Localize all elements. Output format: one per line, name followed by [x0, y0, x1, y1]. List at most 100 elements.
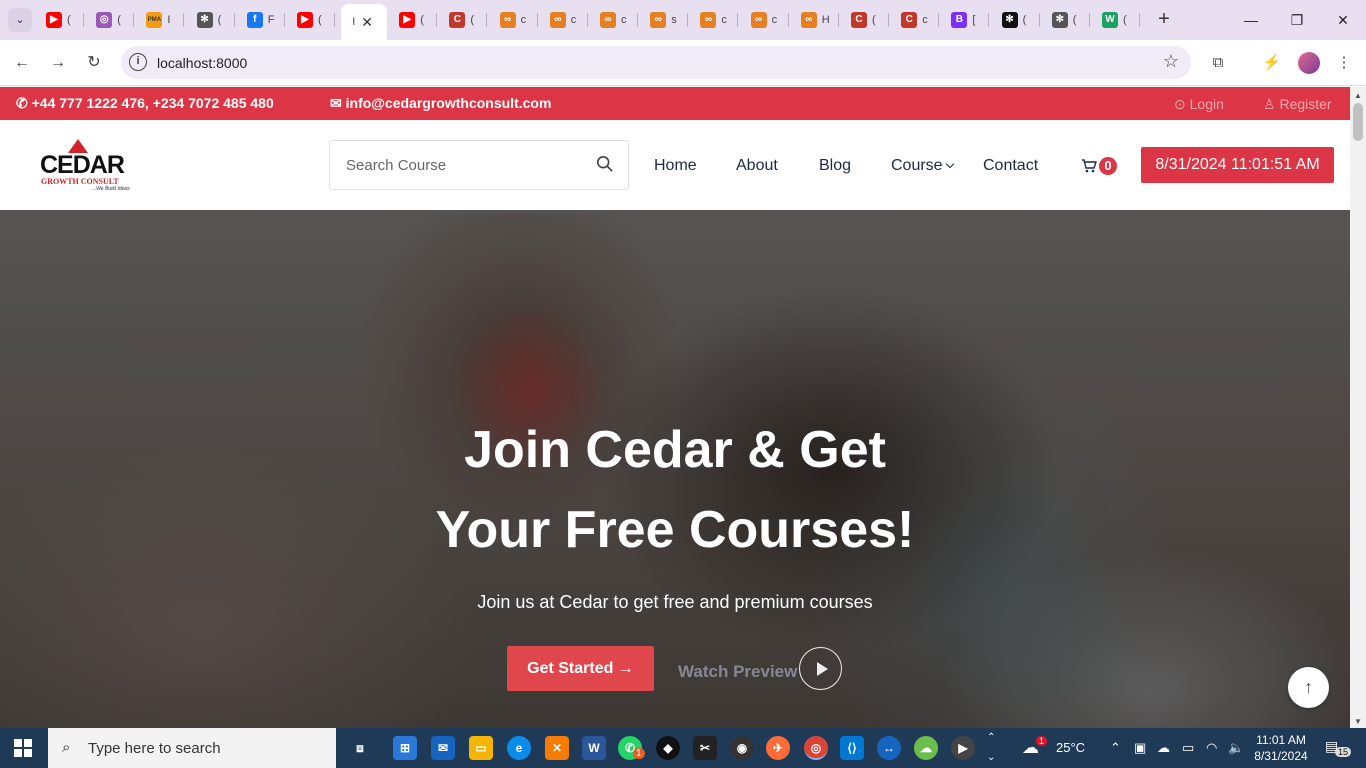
scroll-to-top-button[interactable]: ↑	[1288, 667, 1329, 708]
browser-tab[interactable]: ✻(	[191, 6, 235, 34]
browser-tab[interactable]: C(	[845, 6, 889, 34]
media-player-icon[interactable]: ▶	[951, 736, 975, 760]
tab-separator	[737, 13, 739, 27]
taskbar-search-text[interactable]: Type here to search	[88, 740, 221, 757]
browser-tab[interactable]: ∞ c	[494, 6, 538, 34]
new-tab-button[interactable]: +	[1152, 8, 1176, 32]
tab-title: [	[972, 14, 976, 26]
reload-icon[interactable]: ↻	[82, 51, 106, 75]
tab-separator	[787, 13, 789, 27]
close-tab-icon[interactable]: ✕	[361, 14, 373, 31]
browser-tab[interactable]: fF	[241, 6, 285, 34]
email-text[interactable]: info@cedargrowthconsult.com	[346, 95, 552, 111]
forward-arrow-icon[interactable]: →	[46, 51, 70, 75]
browser-tab[interactable]: ✻(	[1046, 6, 1090, 34]
notification-center-icon[interactable]: ▤ 15	[1325, 738, 1352, 758]
browser-tab[interactable]: ✻(	[996, 6, 1040, 34]
scroll-thumb[interactable]	[1353, 103, 1363, 141]
nav-about[interactable]: About	[736, 157, 778, 175]
microsoft-store-icon[interactable]: ⊞	[393, 736, 417, 760]
url-text[interactable]: localhost:8000	[157, 55, 247, 71]
capcut-icon[interactable]: ✂	[693, 736, 717, 760]
site-info-icon[interactable]: i	[129, 53, 147, 71]
bookmark-star-icon[interactable]: ☆	[1163, 51, 1179, 72]
onedrive-icon[interactable]: ☁	[1157, 740, 1170, 756]
battery-icon[interactable]: ▭	[1182, 740, 1194, 756]
browser-tab[interactable]: Cc	[895, 6, 940, 34]
get-started-label[interactable]: Get Started	[527, 660, 613, 677]
page-scrollbar[interactable]: ▲ ▼	[1350, 87, 1366, 728]
browser-tab[interactable]: ▶(	[291, 6, 335, 34]
meet-now-icon[interactable]: ▣	[1134, 740, 1146, 756]
cloud-sync-icon[interactable]: ☁	[914, 736, 938, 760]
browser-tab[interactable]: ∞ c	[544, 6, 588, 34]
teamviewer-icon[interactable]: ↔	[877, 736, 901, 760]
tab-separator	[888, 13, 889, 27]
browser-tab[interactable]: W(	[1096, 6, 1140, 34]
browser-tab[interactable]: ∞ c	[745, 6, 789, 34]
cedar-logo[interactable]: CEDAR GROWTH CONSULT ...We Build Ideas	[38, 137, 138, 193]
nav-home[interactable]: Home	[654, 157, 697, 175]
browser-tab[interactable]: B[	[945, 6, 990, 34]
browser-tab[interactable]: ∞ H	[795, 6, 839, 34]
search-input[interactable]	[331, 142, 581, 188]
nav-course-label[interactable]: Course	[891, 157, 943, 174]
browser-tab[interactable]: ∞ c	[694, 6, 739, 34]
register-label[interactable]: Register	[1279, 96, 1331, 112]
nav-course[interactable]: Course	[891, 157, 954, 175]
scroll-up-arrow-icon[interactable]: ▲	[1354, 91, 1362, 100]
browser-tab[interactable]: ∞ c	[594, 6, 638, 34]
wifi-icon[interactable]: ◠	[1206, 740, 1217, 756]
xampp-icon[interactable]: ✕	[545, 736, 569, 760]
browser-tab[interactable]: ∞ s	[644, 6, 689, 34]
taskbar-clock[interactable]: 11:01 AM 8/31/2024	[1252, 732, 1310, 764]
close-window-button[interactable]: ✕	[1320, 0, 1366, 40]
play-button-icon[interactable]	[799, 647, 842, 690]
restore-button[interactable]: ❐	[1274, 0, 1320, 40]
tab-title: (	[217, 14, 222, 26]
tab-search-chevron-icon[interactable]: ⌄	[8, 8, 32, 32]
weather-temp[interactable]: 25°C	[1056, 740, 1085, 755]
menu-kebab-icon[interactable]: ⋮	[1333, 52, 1355, 74]
search-icon[interactable]	[596, 155, 614, 173]
tab-title: (	[67, 14, 71, 26]
browser-tab[interactable]: ▶(	[40, 6, 84, 34]
windows-start-icon[interactable]	[14, 739, 32, 757]
mail-app-icon[interactable]: ✉	[431, 736, 455, 760]
file-explorer-icon[interactable]: ▭	[469, 736, 493, 760]
edge-browser-icon[interactable]: e	[507, 736, 531, 760]
login-link[interactable]: ⊙ Login	[1174, 96, 1224, 113]
profile-avatar[interactable]	[1298, 52, 1320, 74]
task-view-icon[interactable]: ⧈	[348, 736, 372, 760]
nav-contact[interactable]: Contact	[983, 157, 1038, 175]
browser-tab[interactable]: C(	[443, 6, 488, 34]
taskbar-overflow-icon[interactable]: ⌃ ⌄	[987, 728, 995, 768]
taskbar-search[interactable]: ⌕ Type here to search	[48, 728, 336, 768]
register-link[interactable]: ♙ Register	[1263, 96, 1332, 113]
address-bar[interactable]: i localhost:8000 ☆	[121, 46, 1191, 79]
postman-icon[interactable]: ✈	[766, 736, 790, 760]
browser-tab[interactable]: ▶(	[393, 6, 438, 34]
login-label[interactable]: Login	[1190, 96, 1224, 112]
word-icon[interactable]: W	[582, 736, 606, 760]
browser-tab[interactable]: ◎(	[90, 6, 135, 34]
mongodb-icon[interactable]: ◆	[656, 736, 680, 760]
watch-preview-link[interactable]: Watch Preview	[678, 662, 797, 682]
get-started-button[interactable]: Get Started →	[507, 646, 654, 691]
hidden-icons-chevron-icon[interactable]: ⌃	[1110, 740, 1121, 756]
nav-blog[interactable]: Blog	[819, 157, 851, 175]
obs-icon[interactable]: ◉	[730, 736, 754, 760]
minimize-button[interactable]: —	[1228, 0, 1274, 40]
cart-button[interactable]: 0	[1081, 156, 1121, 178]
scroll-down-arrow-icon[interactable]: ▼	[1354, 717, 1362, 726]
email-info[interactable]: ✉ info@cedargrowthconsult.com	[330, 95, 551, 112]
volume-icon[interactable]: 🔈	[1228, 740, 1244, 756]
back-arrow-icon[interactable]: ←	[10, 51, 34, 75]
extensions-puzzle-icon[interactable]: ⧉	[1207, 52, 1229, 74]
chrome-icon[interactable]: ◎	[804, 736, 828, 760]
performance-icon[interactable]: ⚡	[1261, 52, 1283, 74]
vscode-icon[interactable]: ⟨⟩	[840, 736, 864, 760]
browser-tab[interactable]: I ✕	[341, 4, 388, 40]
browser-tab[interactable]: PMA I	[140, 6, 185, 34]
tab-separator	[334, 13, 335, 27]
